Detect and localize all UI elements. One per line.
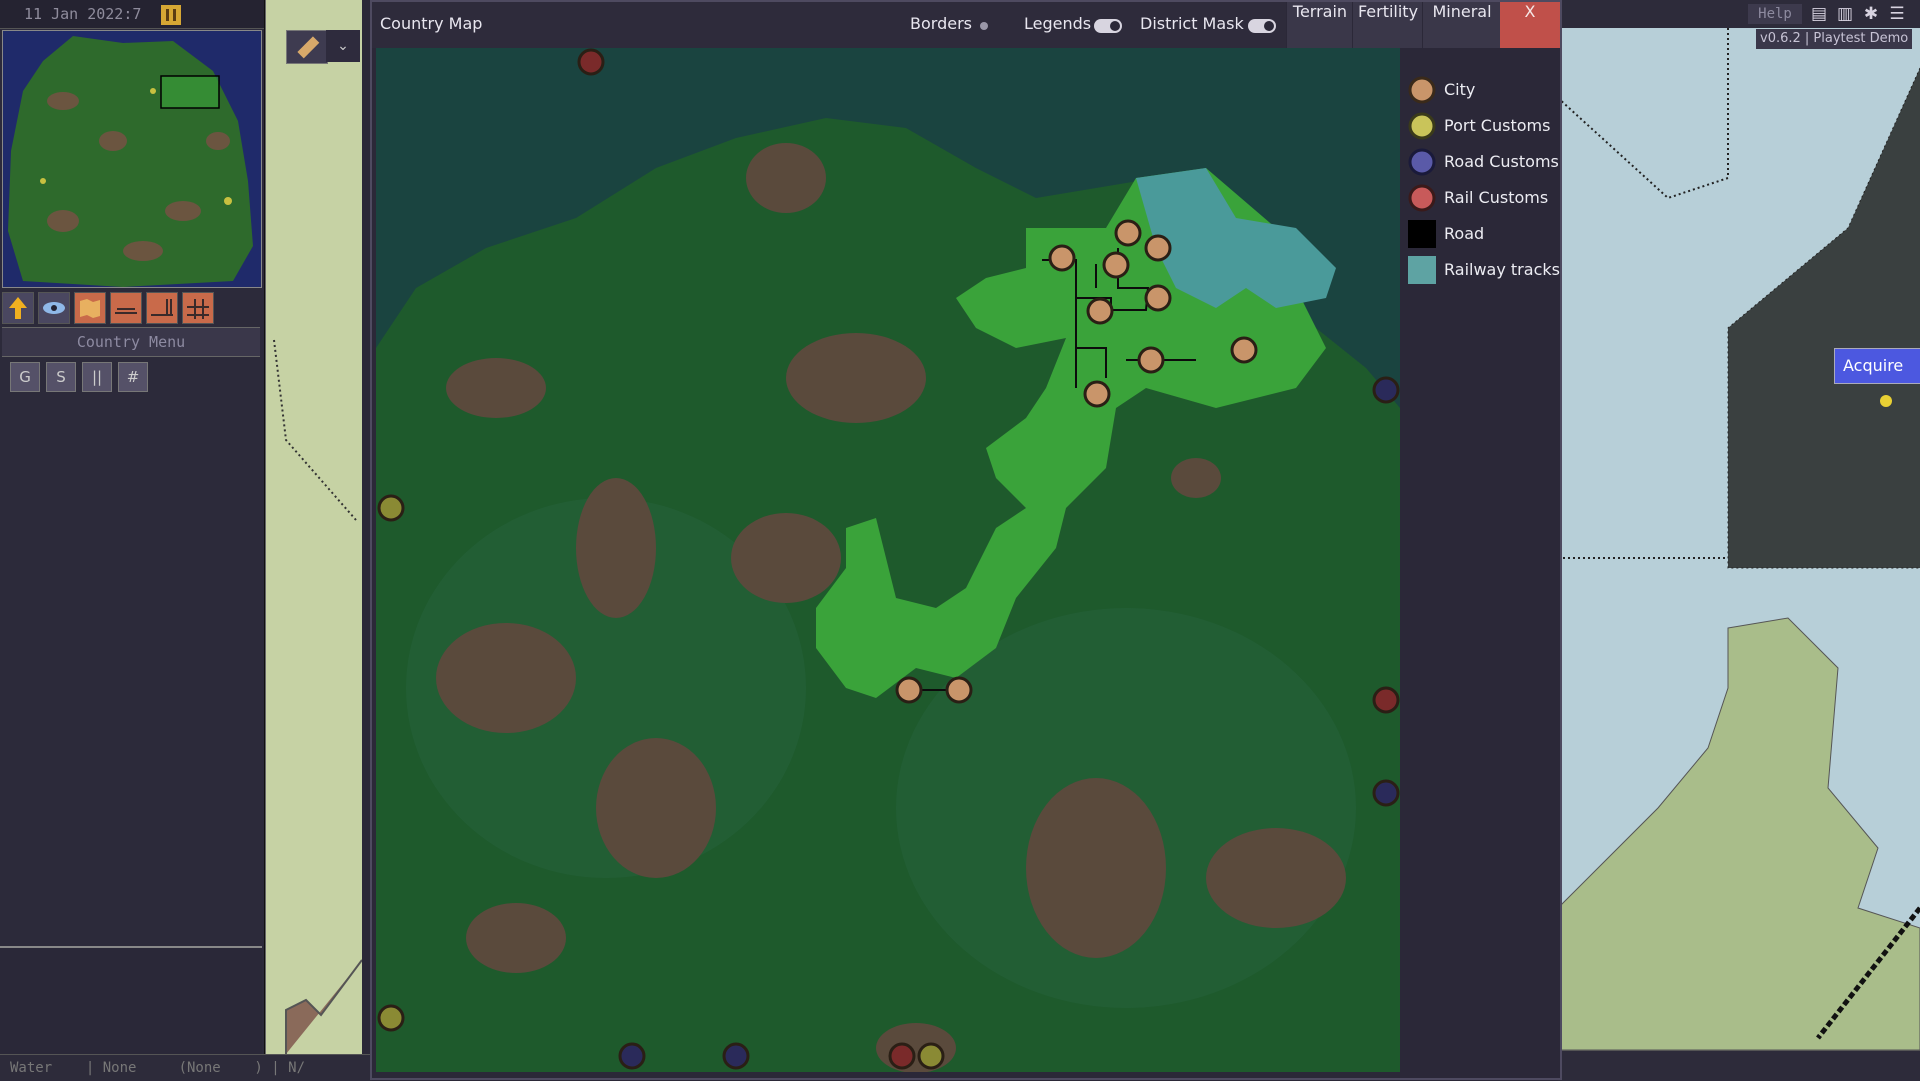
dialog-title: Country Map xyxy=(380,14,483,33)
legend-label: Road xyxy=(1444,224,1485,243)
rail-icon[interactable] xyxy=(110,292,142,324)
subtool-g[interactable]: G xyxy=(10,362,40,392)
rail-marker[interactable] xyxy=(888,1042,916,1070)
city-marker[interactable] xyxy=(945,676,973,704)
highland xyxy=(466,903,566,973)
book-icon[interactable]: ▤ xyxy=(1808,4,1830,24)
city-marker[interactable] xyxy=(1137,346,1165,374)
highland xyxy=(1171,458,1221,498)
chevron-down-icon[interactable]: ⌄ xyxy=(326,30,360,62)
road-marker[interactable] xyxy=(1372,779,1400,807)
status-bar: Water | None (None ) | N/ xyxy=(0,1054,372,1081)
city-marker[interactable] xyxy=(1086,297,1114,325)
country-menu-button[interactable]: Country Menu xyxy=(2,327,260,357)
highland xyxy=(436,623,576,733)
highland xyxy=(1206,828,1346,928)
road-swatch xyxy=(1408,220,1436,248)
legend-item-road: Road xyxy=(1408,216,1558,252)
borders-label: Borders xyxy=(910,14,972,33)
legend-item-railway-tracks: Railway tracks xyxy=(1408,252,1560,288)
tab-mineral[interactable]: Mineral xyxy=(1422,2,1501,48)
sidebar-tool-row xyxy=(2,292,260,324)
city-marker[interactable] xyxy=(1048,244,1076,272)
rail-marker[interactable] xyxy=(577,48,605,76)
info-panel xyxy=(0,946,262,1056)
city-marker[interactable] xyxy=(1114,219,1142,247)
highland xyxy=(446,358,546,418)
world-map-strip-left[interactable] xyxy=(264,0,362,1054)
city-marker-icon xyxy=(1408,76,1436,104)
road-marker[interactable] xyxy=(618,1042,646,1070)
highland xyxy=(1026,778,1166,958)
eye-icon[interactable] xyxy=(38,292,70,324)
district-mask-toggle[interactable] xyxy=(1248,19,1276,33)
legend-label: Rail Customs xyxy=(1444,188,1549,207)
help-button[interactable]: Help xyxy=(1748,4,1802,24)
subtool-grid[interactable]: # xyxy=(118,362,148,392)
country-map-dialog: Country Map Borders Legends District Mas… xyxy=(370,0,1562,1080)
arrow-up-icon[interactable] xyxy=(2,292,34,324)
legend-label: Port Customs xyxy=(1444,116,1551,135)
rail-bridge-icon[interactable] xyxy=(146,292,178,324)
port-marker[interactable] xyxy=(377,494,405,522)
legends-toggle[interactable] xyxy=(1094,19,1122,33)
railway-swatch xyxy=(1408,256,1436,284)
legend-label: Road Customs xyxy=(1444,152,1559,171)
city-marker[interactable] xyxy=(1144,284,1172,312)
map-icon[interactable] xyxy=(74,292,106,324)
pause-button[interactable] xyxy=(161,5,181,25)
rail-cross-icon[interactable] xyxy=(182,292,214,324)
subtool-pipe[interactable]: || xyxy=(82,362,112,392)
dialog-header: Country Map Borders Legends District Mas… xyxy=(372,2,1560,48)
city-marker[interactable] xyxy=(895,676,923,704)
gear-icon[interactable]: ✱ xyxy=(1860,4,1882,24)
rail-marker[interactable] xyxy=(1372,686,1400,714)
legend-item-city: City xyxy=(1408,72,1558,108)
tab-terrain[interactable]: Terrain xyxy=(1286,2,1353,48)
highland xyxy=(876,1023,956,1072)
port-marker[interactable] xyxy=(917,1042,945,1070)
legend-label: City xyxy=(1444,80,1476,99)
port-customs-marker-icon xyxy=(1408,112,1436,140)
highland xyxy=(746,143,826,213)
city-marker[interactable] xyxy=(1102,251,1130,279)
legends-label: Legends xyxy=(1024,14,1092,33)
port-marker[interactable] xyxy=(377,1004,405,1032)
close-button[interactable]: X xyxy=(1500,2,1560,48)
highland xyxy=(576,478,656,618)
legend-item-road-customs: Road Customs xyxy=(1408,144,1559,180)
legend-label: Railway tracks xyxy=(1444,260,1560,279)
version-label: v0.6.2 | Playtest Demo xyxy=(1756,29,1913,49)
road-marker[interactable] xyxy=(1372,376,1400,404)
road-customs-marker-icon xyxy=(1408,148,1436,176)
tab-fertility[interactable]: Fertility xyxy=(1352,2,1423,48)
subtool-s[interactable]: S xyxy=(46,362,76,392)
legend-item-rail-customs: Rail Customs xyxy=(1408,180,1558,216)
highland xyxy=(731,513,841,603)
clipboard-icon[interactable]: ▥ xyxy=(1834,4,1856,24)
district-mask-label: District Mask xyxy=(1140,14,1244,33)
highland xyxy=(786,333,926,423)
city-marker[interactable] xyxy=(1230,336,1258,364)
road-marker[interactable] xyxy=(722,1042,750,1070)
legend-item-port-customs: Port Customs xyxy=(1408,108,1558,144)
world-map-strip-right[interactable] xyxy=(1558,28,1920,1050)
menu-icon[interactable]: ☰ xyxy=(1886,4,1908,24)
rail-customs-marker-icon xyxy=(1408,184,1436,212)
bottom-right-bar xyxy=(1558,1050,1920,1081)
minimap[interactable] xyxy=(2,30,262,288)
city-marker[interactable] xyxy=(1083,380,1111,408)
city-marker[interactable] xyxy=(1144,234,1172,262)
date-label: 11 Jan 2022:7 xyxy=(24,5,142,23)
country-map-canvas[interactable] xyxy=(376,48,1400,1072)
acquire-button[interactable]: Acquire xyxy=(1834,348,1920,384)
ruler-tool-button[interactable] xyxy=(286,30,328,64)
borders-toggle[interactable] xyxy=(980,22,988,30)
highland xyxy=(596,738,716,878)
